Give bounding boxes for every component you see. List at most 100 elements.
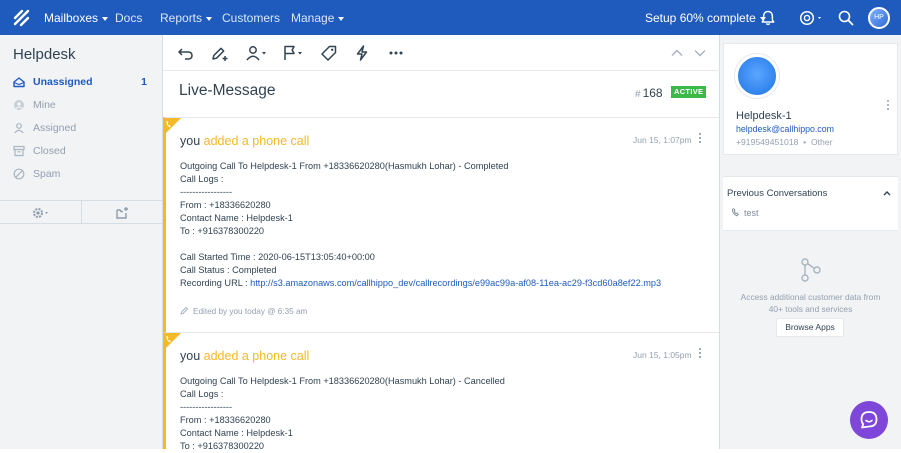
phone-call-corner-icon (163, 333, 181, 351)
sidebar-item-label: Mine (33, 99, 56, 111)
help-icon[interactable] (798, 9, 824, 27)
up-icon[interactable] (668, 44, 686, 62)
previous-conversation-label: test (744, 208, 759, 218)
thread-line: Contact Name : Helpdesk-1 (180, 213, 293, 223)
top-nav-bar: Mailboxes Docs Reports Customers Manage … (0, 0, 901, 35)
conversation-number-value: 168 (642, 86, 663, 100)
nav-customers[interactable]: Customers (222, 11, 280, 25)
search-icon[interactable] (837, 9, 855, 27)
unassigned-count: 1 (141, 76, 147, 88)
user-circle-icon (14, 100, 24, 110)
down-icon[interactable] (691, 44, 709, 62)
thread-more-icon[interactable] (697, 346, 703, 360)
conversation-toolbar (163, 35, 720, 71)
chevron-down-icon (338, 16, 345, 21)
setup-progress-link[interactable]: Setup 60% complete (645, 11, 766, 25)
sidebar-item-label: Spam (33, 168, 61, 180)
gear-icon (33, 208, 48, 218)
mailbox-settings-button[interactable] (0, 201, 81, 224)
chat-beacon-button[interactable] (850, 401, 888, 439)
customer-phone: +919549451018 (736, 137, 799, 147)
chevron-down-icon (102, 16, 109, 21)
edit-icon[interactable] (210, 44, 230, 62)
thread-line: Outgoing Call To Helpdesk-1 From +183366… (180, 161, 509, 171)
previous-conversations-title[interactable]: Previous Conversations (727, 188, 827, 199)
phone-call-corner-icon (163, 118, 181, 136)
thread-timestamp[interactable]: Jun 15, 1:07pm (633, 135, 692, 145)
thread-header: you added a phone call (180, 134, 309, 148)
hash-symbol: # (635, 89, 641, 100)
thread-line: Call Logs : (180, 174, 224, 184)
thread-line (180, 238, 710, 251)
workflow-icon[interactable] (353, 44, 371, 62)
thread-line: To : +916378300220 (180, 441, 265, 451)
customer-sidebar: Helpdesk-1 helpdesk@callhippo.com +91954… (720, 35, 901, 449)
helpscout-logo-icon[interactable] (12, 8, 32, 28)
sidebar-item-label: Unassigned (33, 76, 93, 88)
customer-email[interactable]: helpdesk@callhippo.com (736, 124, 834, 134)
customer-name[interactable]: Helpdesk-1 (736, 110, 792, 122)
previous-conversation-item[interactable]: test (731, 208, 759, 218)
edited-note-text: Edited by you today @ 6:35 am (193, 307, 308, 316)
flag-icon[interactable] (282, 44, 306, 62)
sidebar-item-label: Closed (33, 145, 66, 157)
thread-line: Contact Name : Helpdesk-1 (180, 428, 293, 438)
new-folder-button[interactable] (81, 201, 162, 224)
nav-manage[interactable]: Manage (291, 11, 345, 25)
customer-avatar (735, 54, 779, 98)
thread-header: you added a phone call (180, 349, 309, 363)
apps-connect-icon (801, 258, 821, 282)
bell-icon[interactable] (759, 9, 777, 27)
tag-icon[interactable] (320, 44, 338, 62)
sidebar-item-unassigned[interactable]: Unassigned 1 (13, 75, 153, 91)
undo-icon[interactable] (177, 44, 195, 62)
thread-timestamp[interactable]: Jun 15, 1:05pm (633, 350, 692, 360)
sidebar-item-spam[interactable]: Spam (13, 167, 153, 183)
status-badge[interactable]: ACTIVE (671, 86, 707, 98)
assign-icon[interactable] (245, 44, 269, 62)
thread-body: Outgoing Call To Helpdesk-1 From +183366… (180, 375, 710, 453)
slash-icon (13, 168, 25, 180)
thread-line: Outgoing Call To Helpdesk-1 From +183366… (180, 376, 505, 386)
thread-line: From : +18336620280 (180, 200, 271, 210)
thread-more-icon[interactable] (697, 131, 703, 145)
customer-more-icon[interactable] (885, 99, 891, 111)
nav-mailboxes[interactable]: Mailboxes (44, 11, 109, 25)
previous-conversations-card (723, 176, 898, 231)
nav-reports[interactable]: Reports (160, 11, 213, 25)
nav-mailboxes-label: Mailboxes (44, 11, 99, 25)
chevron-up-icon[interactable] (883, 190, 891, 196)
recording-label: Recording URL : (180, 278, 251, 288)
more-icon[interactable] (387, 44, 405, 62)
customer-phone-line: +919549451018 • Other (736, 137, 833, 147)
recording-url-link[interactable]: http://s3.amazonaws.com/callhippo_dev/ca… (250, 278, 661, 288)
pencil-icon (180, 306, 189, 315)
sidebar-item-assigned[interactable]: Assigned (13, 121, 153, 137)
sidebar-tools (0, 200, 162, 224)
user-avatar[interactable]: HP (868, 7, 890, 29)
thread-item: you added a phone call Jun 15, 1:05pm Ou… (163, 332, 719, 451)
thread-line: From : +18336620280 (180, 415, 271, 425)
mailbox-sidebar: Helpdesk Unassigned 1 Mine Assigned Clos… (0, 35, 163, 449)
nav-docs[interactable]: Docs (115, 11, 142, 25)
thread-action: added a phone call (203, 134, 310, 148)
nav-customers-label: Customers (222, 11, 281, 25)
nav-docs-label: Docs (115, 11, 143, 25)
thread-line: ----------------- (180, 402, 233, 412)
sidebar-item-mine[interactable]: Mine (13, 98, 153, 114)
sidebar-item-closed[interactable]: Closed (13, 144, 153, 160)
archive-icon (13, 145, 25, 157)
thread-action: added a phone call (203, 349, 310, 363)
recording-line: Recording URL : http://s3.amazonaws.com/… (180, 277, 710, 290)
thread-line: Call Status : Completed (180, 265, 277, 275)
mailbox-title: Helpdesk (13, 46, 76, 63)
thread-body: Outgoing Call To Helpdesk-1 From +183366… (180, 160, 710, 290)
nav-reports-label: Reports (160, 11, 203, 25)
inbox-icon (13, 77, 25, 88)
apps-description: Access additional customer data from 40+… (740, 292, 881, 314)
conversation-pane: Live-Message #168 ACTIVE you added a pho… (163, 35, 720, 451)
sidebar-item-label: Assigned (33, 122, 77, 134)
thread-item: you added a phone call Jun 15, 1:07pm Ou… (163, 117, 719, 332)
browse-apps-button[interactable]: Browse Apps (776, 318, 844, 337)
thread-author: you (180, 134, 201, 148)
